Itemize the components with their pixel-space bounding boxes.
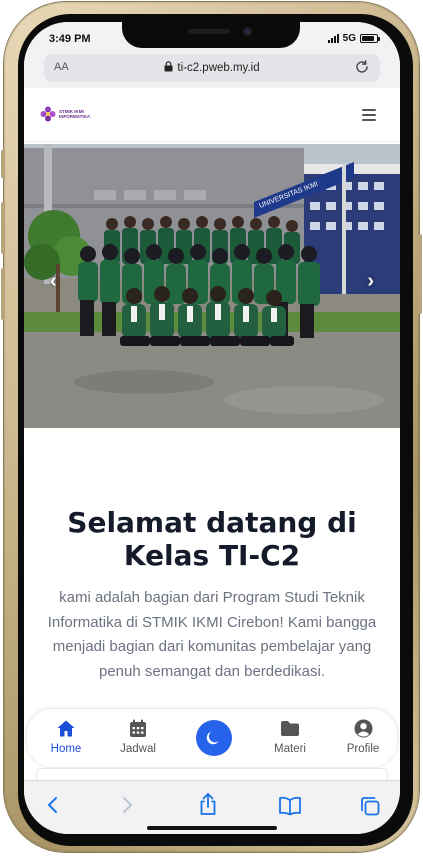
cellular-signal-icon — [327, 34, 339, 43]
status-time: 3:49 PM — [49, 33, 91, 45]
carousel-next-button[interactable]: › — [367, 270, 374, 293]
status-indicators: 5G — [327, 33, 380, 44]
class-group-photo: UNIVERSITAS IKMI — [24, 144, 400, 428]
folder-icon — [281, 720, 299, 736]
front-camera — [243, 27, 252, 36]
volume-up-button — [1, 202, 5, 254]
volume-down-button — [1, 268, 5, 320]
site-header: STMIK IKMI INFORMATIKA — [24, 88, 400, 142]
speaker-grille — [188, 29, 230, 34]
tabs-icon[interactable] — [359, 795, 381, 817]
notch — [122, 22, 300, 48]
logo-flower-icon — [40, 106, 56, 122]
nav-materi[interactable]: Materi — [260, 717, 320, 755]
power-button — [418, 234, 422, 314]
forward-icon[interactable] — [120, 795, 134, 815]
browser-address-area: AA ti-c2.pweb.my.id — [24, 50, 400, 88]
battery-icon — [360, 34, 380, 43]
url-display[interactable]: ti-c2.pweb.my.id — [44, 61, 380, 74]
calendar-icon — [130, 719, 146, 737]
bottom-navigation: Home Jadwal Materi Profile — [26, 708, 398, 768]
nav-profile[interactable]: Profile — [333, 717, 393, 755]
home-indicator — [147, 826, 277, 830]
back-icon[interactable] — [46, 795, 60, 815]
nav-jadwal-label: Jadwal — [120, 743, 156, 755]
share-icon[interactable] — [198, 792, 218, 816]
logo-text-line2: INFORMATIKA — [59, 114, 91, 119]
network-type: 5G — [342, 33, 356, 44]
logo-text: STMIK IKMI INFORMATIKA — [59, 109, 90, 119]
site-logo[interactable]: STMIK IKMI INFORMATIKA — [40, 106, 90, 122]
page-title: Selamat datang di Kelas TI-C2 — [67, 506, 357, 572]
intro-paragraph: kami adalah bagian dari Program Studi Te… — [47, 589, 377, 680]
moon-icon — [206, 731, 219, 745]
url-text: ti-c2.pweb.my.id — [177, 62, 260, 74]
user-circle-icon — [354, 719, 372, 737]
lock-icon — [164, 61, 173, 72]
home-icon — [57, 720, 75, 736]
nav-materi-label: Materi — [274, 743, 306, 755]
reload-icon[interactable] — [354, 59, 370, 75]
address-bar[interactable]: AA ti-c2.pweb.my.id — [44, 54, 380, 82]
carousel-prev-button[interactable]: ‹ — [50, 270, 57, 293]
theme-toggle-button[interactable] — [196, 720, 232, 756]
battery-level — [362, 36, 374, 41]
nav-jadwal[interactable]: Jadwal — [108, 717, 168, 755]
hero-carousel[interactable]: UNIVERSITAS IKMI ‹ › — [24, 144, 400, 428]
nav-home[interactable]: Home — [36, 717, 96, 755]
phone-screen: 3:49 PM 5G AA ti-c2.pweb.my.id STMIK IKM… — [24, 22, 400, 834]
silent-switch — [1, 150, 5, 178]
bookmarks-icon[interactable] — [278, 796, 302, 816]
nav-home-label: Home — [50, 743, 82, 755]
hamburger-menu-icon[interactable] — [362, 109, 376, 124]
nav-profile-label: Profile — [346, 743, 380, 755]
